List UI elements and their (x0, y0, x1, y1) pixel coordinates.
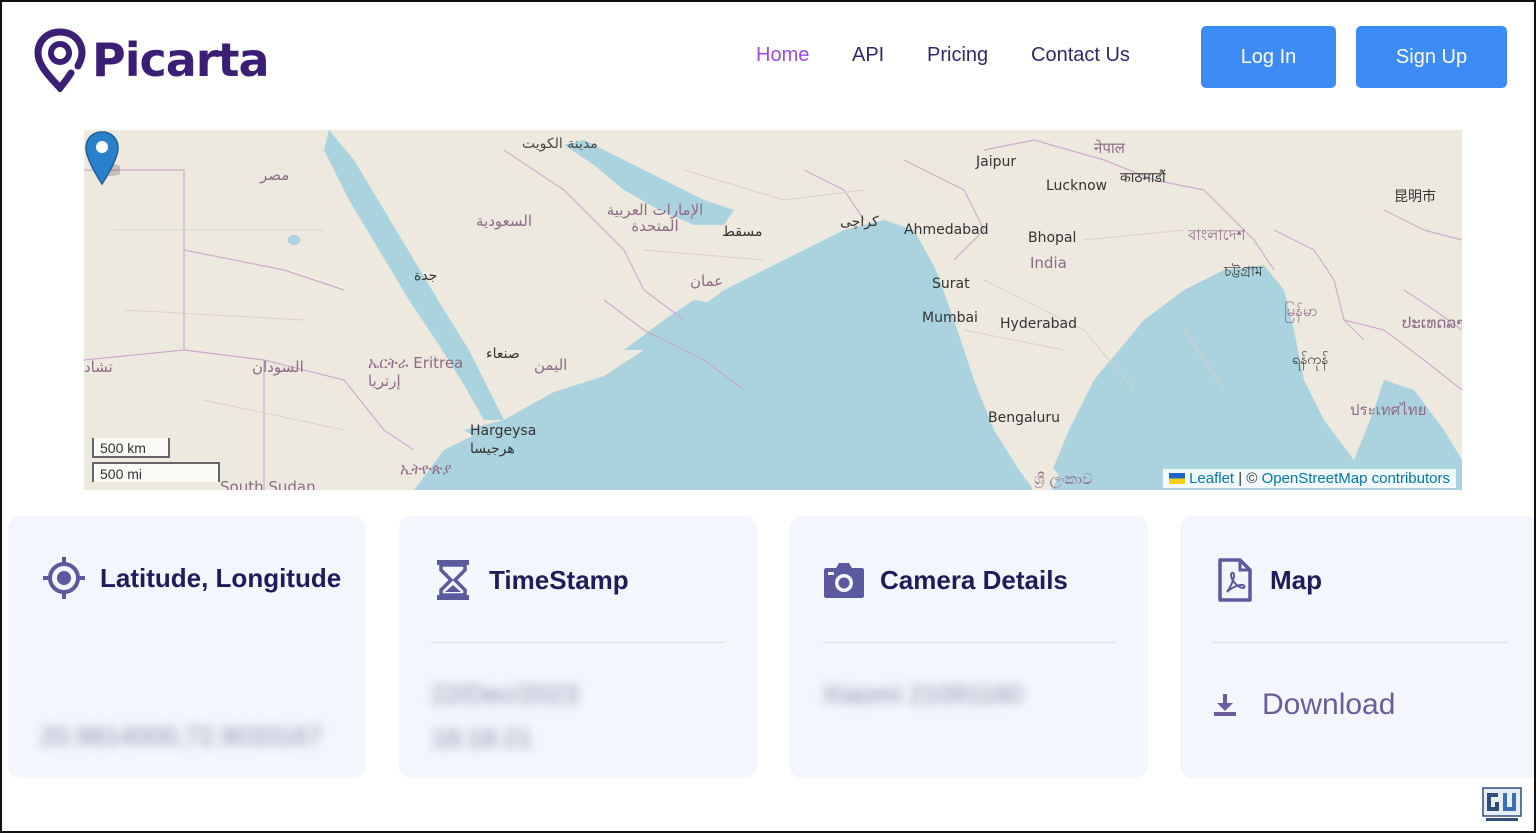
map-label-ahmedabad: Ahmedabad (904, 222, 989, 238)
nav-contact-us[interactable]: Contact Us (1031, 44, 1130, 67)
map-label-eritrea: ኤርትራ Eritrea إرتريا (368, 354, 464, 390)
map-label-laos: ປະເທດລາວ (1402, 314, 1462, 332)
card-divider (431, 642, 725, 643)
map-label-myanmar: မြန်မာ (1284, 302, 1318, 320)
timestamp-time: 18:18:21 (431, 723, 533, 753)
brand-name: Picarta (92, 33, 270, 87)
map-label-saudi: السعودية (476, 212, 533, 230)
map-label-hargeysa: Hargeysa هرجيسا (470, 423, 537, 457)
card-title-lat-long: Latitude, Longitude (100, 563, 342, 593)
camera-model-value: Xiaomi 21091160 (822, 679, 1023, 709)
card-camera-details: Camera Details Xiaomi 21091160 (790, 516, 1148, 778)
leaflet-link[interactable]: Leaflet (1189, 470, 1234, 487)
login-button[interactable]: Log In (1201, 26, 1336, 88)
map-label-jeddah: جدة (414, 268, 438, 284)
location-map[interactable]: مدينة الكويت مصر السعودية الإمارات العرب… (84, 130, 1462, 490)
map-label-kathmandu: काठमाडौं (1120, 170, 1166, 186)
download-icon (1214, 694, 1236, 716)
nav-home[interactable]: Home (756, 44, 809, 67)
pdf-file-icon (1218, 558, 1252, 602)
map-label-jaipur: Jaipur (976, 154, 1017, 170)
card-divider (1212, 642, 1508, 643)
map-attribution: Leaflet | © OpenStreetMap contributors (1163, 469, 1456, 488)
osm-link[interactable]: OpenStreetMap contributors (1262, 470, 1450, 487)
map-label-india: India (1030, 254, 1067, 272)
map-label-surat: Surat (932, 276, 970, 292)
map-label-bengaluru: Bengaluru (988, 410, 1060, 426)
scale-km: 500 km (92, 438, 170, 458)
map-label-bangladesh: বাংলাদেশ (1188, 226, 1246, 244)
map-label-nepal: नेपाल (1094, 139, 1125, 157)
download-label: Download (1262, 688, 1396, 721)
gadgets-to-use-watermark-icon (1482, 787, 1522, 821)
map-label-sanaa: صنعاء (486, 346, 520, 362)
site-header: Picarta Home API Pricing Contact Us Log … (2, 2, 1534, 130)
map-label-uae: الإمارات العربية المتحدة (606, 201, 704, 235)
card-timestamp: TimeStamp 22/Dec/2023 18:18:21 (399, 516, 757, 778)
map-label-egypt: مصر (260, 166, 290, 184)
map-label-oman: عمان (690, 272, 724, 290)
signup-button[interactable]: Sign Up (1356, 26, 1507, 88)
location-pin-logo-icon (34, 28, 86, 92)
map-label-bhopal: Bhopal (1028, 230, 1077, 246)
ukraine-flag-icon (1169, 473, 1186, 484)
card-title-timestamp: TimeStamp (489, 565, 629, 595)
map-label-kunming: 昆明市 (1394, 189, 1436, 205)
map-label-karachi: كراچی (840, 214, 879, 230)
card-title-camera: Camera Details (880, 565, 1068, 595)
crosshair-icon (43, 557, 85, 599)
map-label-hyderabad: Hyderabad (1000, 316, 1077, 332)
attribution-separator: | © (1234, 470, 1262, 487)
map-label-chattogram: চট্টগ্রাম (1224, 264, 1263, 280)
map-label-kuwait: مدينة الكويت (522, 136, 598, 152)
nav-api[interactable]: API (852, 44, 884, 67)
download-link[interactable]: Download (1212, 688, 1395, 722)
browser-viewport: Picarta Home API Pricing Contact Us Log … (0, 0, 1536, 833)
map-label-sri-lanka: ශ්‍රී ලංකාව (1034, 470, 1093, 488)
map-label-south-sudan: South Sudan (220, 478, 316, 490)
brand-logo[interactable]: Picarta (34, 28, 270, 92)
map-label-ethiopia: ኢትዮጵያ (400, 460, 452, 478)
map-label-lucknow: Lucknow (1046, 178, 1108, 194)
map-label-chad: تشاد (84, 358, 113, 376)
card-divider (822, 642, 1116, 643)
nav-pricing[interactable]: Pricing (927, 44, 988, 67)
card-title-map: Map (1270, 565, 1322, 595)
hourglass-icon (437, 560, 469, 600)
scale-mi: 500 mi (92, 462, 220, 482)
map-label-muscat: مسقط (722, 224, 763, 240)
timestamp-date: 22/Dec/2023 (431, 679, 579, 709)
card-lat-long: Latitude, Longitude 20.9814000,72.903316… (8, 516, 366, 778)
camera-icon (824, 563, 864, 598)
map-label-yemen: اليمن (534, 356, 568, 374)
map-label-sudan: السودان (252, 358, 304, 376)
location-marker-icon[interactable] (84, 130, 120, 188)
map-label-yangon: ရန်ကုန် (1292, 352, 1329, 368)
lat-long-value: 20.9814000,72.9033167 (40, 721, 322, 751)
map-label-thailand: ประเทศไทย (1350, 401, 1427, 419)
map-tiles (84, 130, 1462, 490)
card-map: Map Download (1180, 516, 1534, 778)
map-label-mumbai: Mumbai (922, 310, 978, 326)
